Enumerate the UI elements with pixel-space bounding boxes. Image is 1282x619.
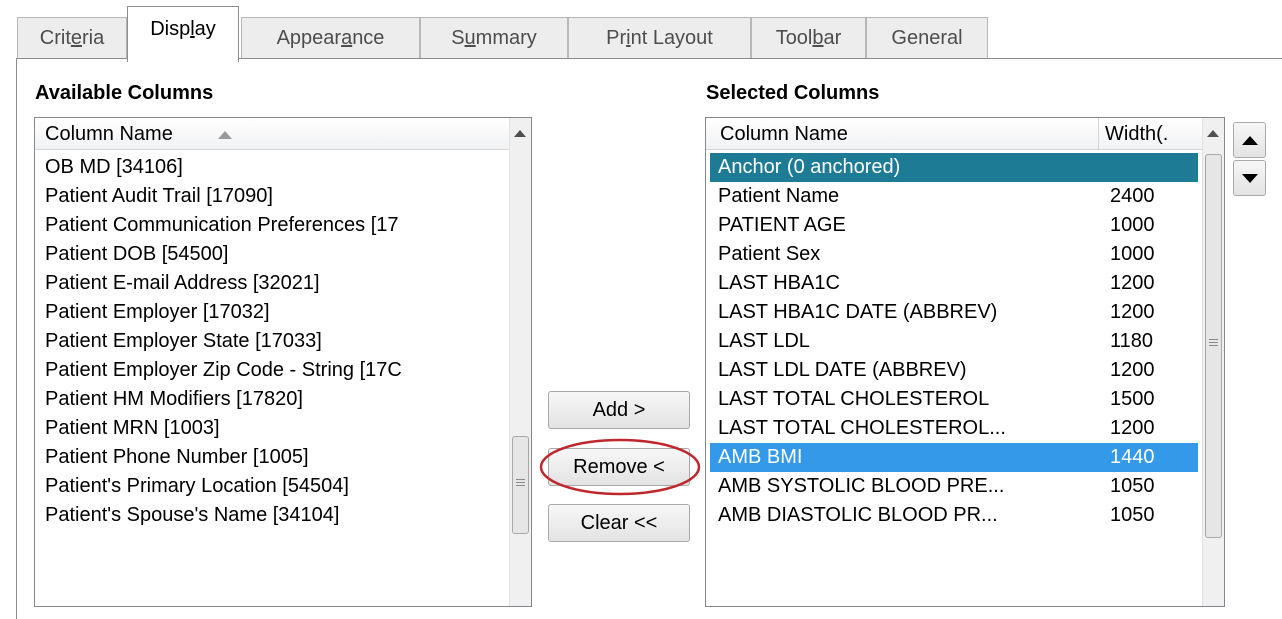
tab-display[interactable]: Display <box>127 6 239 62</box>
move-down-button[interactable] <box>1233 160 1266 196</box>
table-row[interactable]: Patient Name 2400 <box>710 182 1198 211</box>
table-row[interactable]: AMB SYSTOLIC BLOOD PRE... 1050 <box>710 472 1198 501</box>
tab-label: General <box>891 27 963 49</box>
column-name-cell: LAST TOTAL CHOLESTEROL... <box>718 417 1006 439</box>
clear-button[interactable]: Clear << <box>548 504 690 542</box>
tab-label: Display <box>150 18 216 40</box>
width-cell: 1050 <box>1110 475 1155 497</box>
tab-summary[interactable]: Summary <box>420 17 568 59</box>
list-item[interactable]: Patient Employer [17032] <box>45 298 507 327</box>
list-item[interactable]: Patient Phone Number [1005] <box>45 443 507 472</box>
tab-label: Appearance <box>276 27 385 49</box>
tab-toolbar[interactable]: Toolbar <box>751 17 866 59</box>
table-row[interactable]: PATIENT AGE 1000 <box>710 211 1198 240</box>
available-list-scroll-thumb[interactable] <box>512 436 529 534</box>
tab-label: Criteria <box>39 27 105 49</box>
down-arrow-icon <box>1242 174 1258 183</box>
table-row[interactable]: LAST LDL 1180 <box>710 327 1198 356</box>
width-cell: 1180 <box>1110 330 1154 352</box>
highlight-ellipse <box>539 438 701 496</box>
table-row[interactable]: LAST LDL DATE (ABBREV) 1200 <box>710 356 1198 385</box>
list-item[interactable]: Patient DOB [54500] <box>45 240 507 269</box>
table-row[interactable]: LAST HBA1C 1200 <box>710 269 1198 298</box>
selected-column-name-header-label: Column Name <box>720 123 848 145</box>
tab-strip: Criteria Display Appearance Summary Prin… <box>0 0 1282 62</box>
table-row[interactable]: Patient Sex 1000 <box>710 240 1198 269</box>
width-cell: 1200 <box>1110 417 1155 439</box>
selected-width-header-label: Width(. <box>1105 123 1169 145</box>
selected-list-scroll-thumb[interactable] <box>1205 154 1222 538</box>
width-cell: 1200 <box>1110 272 1155 294</box>
column-name-cell: Patient Sex <box>718 243 821 265</box>
available-columns-heading: Available Columns <box>35 82 214 104</box>
table-row[interactable]: LAST HBA1C DATE (ABBREV) 1200 <box>710 298 1198 327</box>
scroll-up-arrow-icon[interactable] <box>1207 130 1219 137</box>
scroll-up-arrow-icon[interactable] <box>514 130 526 137</box>
width-cell: 2400 <box>1110 185 1155 207</box>
up-arrow-icon <box>1242 136 1258 145</box>
add-button[interactable]: Add > <box>548 391 690 429</box>
list-item[interactable]: Patient's Spouse's Name [34104] <box>45 501 507 530</box>
table-row[interactable]: LAST TOTAL CHOLESTEROL... 1200 <box>710 414 1198 443</box>
column-name-cell: LAST TOTAL CHOLESTEROL <box>718 388 990 410</box>
selected-columns-heading: Selected Columns <box>706 82 880 104</box>
tab-label: Toolbar <box>775 27 842 49</box>
column-name-cell: AMB BMI <box>718 446 803 468</box>
list-item[interactable]: Patient Employer State [17033] <box>45 327 507 356</box>
table-row[interactable]: Anchor (0 anchored) <box>710 153 1198 182</box>
tab-label: Summary <box>451 27 537 49</box>
available-column-name-header[interactable]: Column Name <box>35 118 509 150</box>
list-item[interactable]: Patient HM Modifiers [17820] <box>45 385 507 414</box>
available-columns-list[interactable]: Column Name OB MD [34106] Patient Audit T… <box>34 117 532 607</box>
column-name-cell: AMB SYSTOLIC BLOOD PRE... <box>718 475 1005 497</box>
column-name-cell: LAST LDL DATE (ABBREV) <box>718 359 967 381</box>
list-item[interactable]: Patient Audit Trail [17090] <box>45 182 507 211</box>
selected-width-header[interactable]: Width(. <box>1098 118 1202 150</box>
column-name-cell: LAST LDL <box>718 330 810 352</box>
list-item[interactable]: OB MD [34106] <box>45 153 507 182</box>
table-row[interactable]: AMB DIASTOLIC BLOOD PR... 1050 <box>710 501 1198 530</box>
width-cell: 1500 <box>1110 388 1155 410</box>
width-cell: 1000 <box>1110 214 1155 236</box>
width-cell: 1200 <box>1110 301 1155 323</box>
tab-label: Print Layout <box>606 27 713 49</box>
tab-appearance[interactable]: Appearance <box>241 17 420 59</box>
list-item[interactable]: Patient E-mail Address [32021] <box>45 269 507 298</box>
tab-general[interactable]: General <box>866 17 988 59</box>
selected-columns-list[interactable]: Column Name Width(. Anchor (0 anchored) P… <box>705 117 1225 607</box>
list-item[interactable]: Patient's Primary Location [54504] <box>45 472 507 501</box>
selected-column-name-header[interactable]: Column Name <box>706 118 1098 150</box>
width-cell: 1440 <box>1110 446 1155 468</box>
table-row[interactable]: LAST TOTAL CHOLESTEROL 1500 <box>710 385 1198 414</box>
selected-list-scrollbar[interactable] <box>1202 118 1224 606</box>
list-item[interactable]: Patient MRN [1003] <box>45 414 507 443</box>
column-name-cell: LAST HBA1C DATE (ABBREV) <box>718 301 998 323</box>
move-up-button[interactable] <box>1233 122 1266 158</box>
column-name-cell: LAST HBA1C <box>718 272 840 294</box>
tab-print-layout[interactable]: Print Layout <box>568 17 751 59</box>
list-item[interactable]: Patient Employer Zip Code - String [17C <box>45 356 507 385</box>
list-item[interactable]: Patient Communication Preferences [17 <box>45 211 507 240</box>
column-name-cell: Anchor (0 anchored) <box>718 156 901 178</box>
width-cell: 1050 <box>1110 504 1155 526</box>
column-name-cell: AMB DIASTOLIC BLOOD PR... <box>718 504 998 526</box>
column-name-cell: Patient Name <box>718 185 840 207</box>
column-name-cell: PATIENT AGE <box>718 214 846 236</box>
available-column-name-header-label: Column Name <box>45 123 173 145</box>
available-list-scrollbar[interactable] <box>509 118 531 606</box>
tab-criteria[interactable]: Criteria <box>17 17 127 59</box>
table-row[interactable]: AMB BMI 1440 <box>710 443 1198 472</box>
width-cell: 1200 <box>1110 359 1155 381</box>
width-cell: 1000 <box>1110 243 1155 265</box>
